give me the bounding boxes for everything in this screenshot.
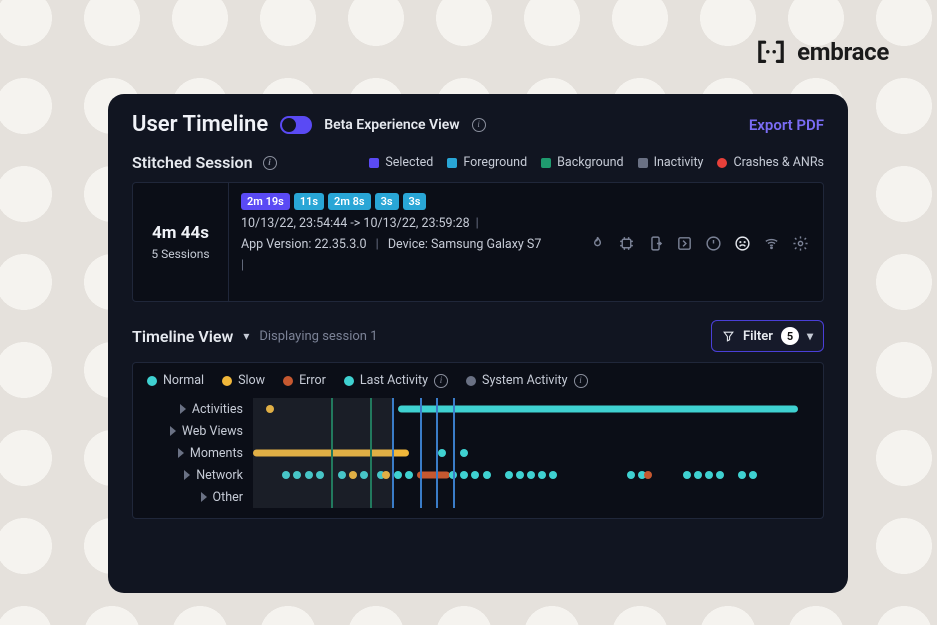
beta-label: Beta Experience View: [324, 117, 459, 133]
caret-right-icon[interactable]: [184, 470, 190, 480]
track-lane[interactable]: [253, 464, 809, 486]
timeline-panel: Normal Slow Error Last Activityi System …: [132, 362, 824, 519]
info-icon[interactable]: i: [263, 156, 277, 170]
warning-icon: [705, 235, 722, 256]
stitched-title: Stitched Session: [132, 153, 253, 172]
arrow-right-icon: [676, 235, 693, 256]
track-label: Activities: [192, 402, 243, 417]
session-time-range: 10/13/22, 23:54:44 -> 10/13/22, 23:59:28…: [241, 216, 811, 231]
caret-right-icon[interactable]: [170, 426, 176, 436]
track-lane[interactable]: [253, 398, 809, 420]
legend-swatch-selected: [369, 158, 379, 168]
timeline-header-row: Timeline View ▾ Displaying session 1 Fil…: [132, 320, 824, 352]
brand-logo-block: embrace: [755, 38, 889, 66]
info-icon[interactable]: i: [434, 374, 448, 388]
chevron-down-icon: ▾: [807, 329, 813, 343]
session-chip[interactable]: 2m 8s: [328, 193, 371, 210]
legend-dot-normal: [147, 376, 157, 386]
flame-icon: [589, 235, 606, 256]
legend-dot-error: [283, 376, 293, 386]
info-icon[interactable]: i: [472, 118, 486, 132]
export-pdf-link[interactable]: Export PDF: [749, 116, 824, 134]
main-panel: User Timeline Beta Experience View i Exp…: [108, 94, 848, 593]
header-row: User Timeline Beta Experience View i Exp…: [132, 112, 824, 137]
track-row: Moments: [147, 442, 809, 464]
session-chip[interactable]: 3s: [403, 193, 427, 210]
wifi-icon: [763, 235, 780, 256]
track-lane[interactable]: [253, 420, 809, 442]
session-body: 2m 19s11s2m 8s3s3s 10/13/22, 23:54:44 ->…: [229, 183, 823, 301]
track-row: Network: [147, 464, 809, 486]
stitched-header: Stitched Session i Selected Foreground B…: [132, 153, 824, 172]
track-label: Network: [196, 468, 243, 483]
chip-icon: [618, 235, 635, 256]
funnel-icon: [722, 330, 735, 343]
chevron-down-icon[interactable]: ▾: [243, 329, 249, 343]
info-icon[interactable]: i: [574, 374, 588, 388]
beta-toggle[interactable]: [280, 116, 312, 134]
brand-name: embrace: [797, 38, 889, 66]
track-row: Other: [147, 486, 809, 508]
session-duration: 4m 44s: [152, 223, 209, 243]
timeline-tracks: Activities Web Views Moments Network Other: [147, 398, 809, 508]
caret-right-icon[interactable]: [180, 404, 186, 414]
gear-icon: [792, 235, 809, 256]
session-chip[interactable]: 11s: [294, 193, 324, 210]
session-chip[interactable]: 3s: [375, 193, 399, 210]
track-label: Moments: [190, 446, 243, 461]
legend-dot-last-activity: [344, 376, 354, 386]
timeline-title: Timeline View: [132, 327, 233, 346]
session-summary-box: 4m 44s 5 Sessions 2m 19s11s2m 8s3s3s 10/…: [132, 182, 824, 302]
legend-swatch-foreground: [447, 158, 457, 168]
track-label: Web Views: [182, 424, 243, 439]
session-status-icons: [589, 235, 809, 256]
timeline-subtitle: Displaying session 1: [259, 329, 377, 344]
page-title: User Timeline: [132, 112, 268, 137]
stitched-legend: Selected Foreground Background Inactivit…: [369, 155, 824, 170]
legend-swatch-crashes: [717, 158, 727, 168]
filter-count-badge: 5: [781, 327, 799, 345]
session-meta: 4m 44s 5 Sessions: [133, 183, 229, 301]
session-chip[interactable]: 2m 19s: [241, 193, 290, 210]
track-row: Activities: [147, 398, 809, 420]
session-meta-trailing: |: [241, 258, 811, 273]
timeline-legend: Normal Slow Error Last Activityi System …: [147, 373, 809, 388]
session-count: 5 Sessions: [151, 247, 209, 261]
track-label: Other: [213, 490, 243, 505]
caret-right-icon[interactable]: [178, 448, 184, 458]
legend-dot-system-activity: [466, 376, 476, 386]
legend-dot-slow: [222, 376, 232, 386]
track-lane[interactable]: [253, 486, 809, 508]
track-lane[interactable]: [253, 442, 809, 464]
legend-swatch-background: [541, 158, 551, 168]
embrace-logo-icon: [755, 39, 787, 65]
caret-right-icon[interactable]: [201, 492, 207, 502]
filter-button[interactable]: Filter 5 ▾: [711, 320, 824, 352]
track-row: Web Views: [147, 420, 809, 442]
session-chips: 2m 19s11s2m 8s3s3s: [241, 193, 811, 210]
sad-face-icon: [734, 235, 751, 256]
phone-exit-icon: [647, 235, 664, 256]
legend-swatch-inactivity: [638, 158, 648, 168]
